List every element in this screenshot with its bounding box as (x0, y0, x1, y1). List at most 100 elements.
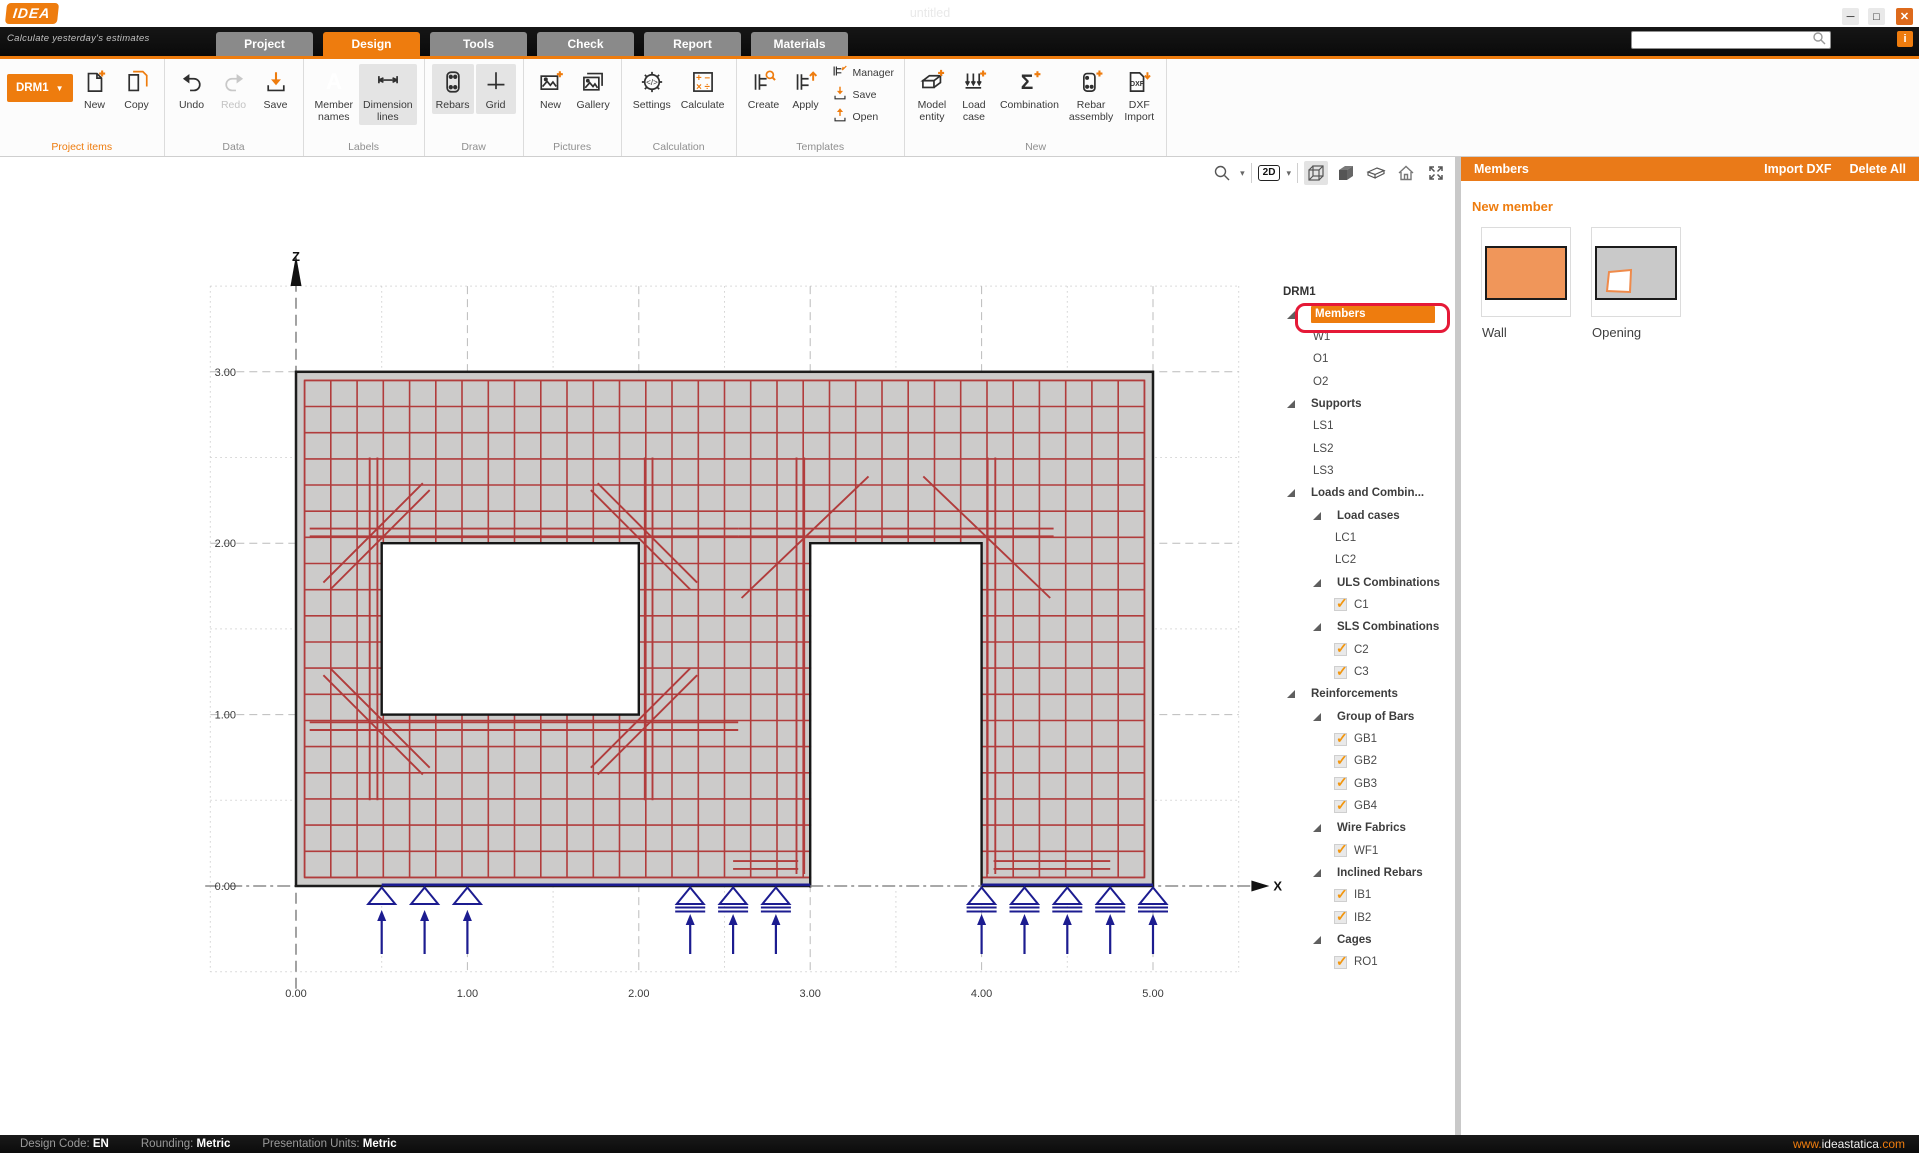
wall-card[interactable] (1481, 227, 1571, 317)
tree-item-loads-and-combin-[interactable]: Loads and Combin... (1283, 482, 1459, 504)
expander-icon[interactable] (1287, 489, 1295, 497)
visibility-checkbox[interactable] (1334, 777, 1347, 790)
ribbon-button-manager[interactable]: Manager (828, 62, 897, 84)
ribbon-button-dxf-import[interactable]: DXFDXF Import (1119, 64, 1159, 125)
view-caret-icon[interactable]: ▾ (1286, 168, 1291, 179)
ribbon-button-save[interactable]: Save (256, 64, 296, 114)
maximize-button[interactable]: □ (1868, 8, 1885, 25)
tree-item-reinforcements[interactable]: Reinforcements (1283, 683, 1459, 705)
tab-report[interactable]: Report (644, 32, 741, 56)
tree-item-ls2[interactable]: LS2 (1283, 437, 1459, 459)
prism-view-icon[interactable] (1364, 161, 1388, 185)
tree-item-cages[interactable]: Cages (1283, 929, 1459, 951)
ribbon-button-undo[interactable]: Undo (172, 64, 212, 114)
tree-item-c1[interactable]: C1 (1283, 594, 1459, 616)
tree-item-o1[interactable]: O1 (1283, 348, 1459, 370)
expander-icon[interactable] (1313, 512, 1321, 520)
tree-item-supports[interactable]: Supports (1283, 393, 1459, 415)
solid-view-icon[interactable] (1334, 161, 1358, 185)
project-item-dropdown[interactable]: DRM1▼ (7, 74, 73, 102)
ribbon-button-combination[interactable]: ΣCombination (996, 64, 1063, 114)
tree-item-gb1[interactable]: GB1 (1283, 728, 1459, 750)
tree-item-w1[interactable]: W1 (1283, 326, 1459, 348)
home-view-icon[interactable] (1394, 161, 1418, 185)
ribbon-button-save[interactable]: Save (828, 84, 897, 106)
ribbon-button-rebar-assembly[interactable]: Rebar assembly (1065, 64, 1117, 125)
expander-icon[interactable] (1313, 824, 1321, 832)
visibility-checkbox[interactable] (1334, 844, 1347, 857)
expander-icon[interactable] (1313, 713, 1321, 721)
tree-item-uls-combinations[interactable]: ULS Combinations (1283, 571, 1459, 593)
ribbon-button-dimension-lines[interactable]: Dimension lines (359, 64, 417, 125)
tab-design[interactable]: Design (323, 32, 420, 56)
tree-item-lc1[interactable]: LC1 (1283, 527, 1459, 549)
tab-materials[interactable]: Materials (751, 32, 848, 56)
expander-icon[interactable] (1313, 936, 1321, 944)
import-dxf-button[interactable]: Import DXF (1764, 162, 1831, 176)
tree-item-wf1[interactable]: WF1 (1283, 840, 1459, 862)
visibility-checkbox[interactable] (1334, 800, 1347, 813)
visibility-checkbox[interactable] (1334, 956, 1347, 969)
visibility-checkbox[interactable] (1334, 643, 1347, 656)
ribbon-button-gallery[interactable]: Gallery (573, 64, 614, 114)
visibility-checkbox[interactable] (1334, 733, 1347, 746)
tree-item-members[interactable]: Members (1283, 303, 1459, 325)
ribbon-button-redo[interactable]: Redo (214, 64, 254, 114)
opening-O1[interactable] (382, 543, 639, 714)
fit-view-icon[interactable] (1424, 161, 1448, 185)
tree-item-drm1[interactable]: DRM1 (1283, 281, 1459, 303)
tree-item-lc2[interactable]: LC2 (1283, 549, 1459, 571)
ribbon-button-create[interactable]: Create (744, 64, 784, 114)
ribbon-button-settings[interactable]: </>Settings (629, 64, 675, 114)
expander-icon[interactable] (1313, 869, 1321, 877)
tree-item-group-of-bars[interactable]: Group of Bars (1283, 706, 1459, 728)
tab-check[interactable]: Check (537, 32, 634, 56)
tree-item-ls1[interactable]: LS1 (1283, 415, 1459, 437)
wireframe-view-icon[interactable] (1304, 161, 1328, 185)
expander-icon[interactable] (1287, 400, 1295, 408)
tree-item-ib1[interactable]: IB1 (1283, 884, 1459, 906)
expander-icon[interactable] (1313, 623, 1321, 631)
delete-all-button[interactable]: Delete All (1849, 162, 1906, 176)
tree-item-gb2[interactable]: GB2 (1283, 750, 1459, 772)
close-button[interactable]: ✕ (1896, 8, 1913, 25)
ribbon-button-apply[interactable]: Apply (786, 64, 826, 114)
minimize-button[interactable]: ─ (1842, 8, 1859, 25)
tree-item-ro1[interactable]: RO1 (1283, 951, 1459, 973)
tree-item-c2[interactable]: C2 (1283, 639, 1459, 661)
visibility-checkbox[interactable] (1334, 598, 1347, 611)
tree-item-load-cases[interactable]: Load cases (1283, 504, 1459, 526)
tab-tools[interactable]: Tools (430, 32, 527, 56)
info-button[interactable]: i (1897, 31, 1913, 47)
tree-item-ls3[interactable]: LS3 (1283, 460, 1459, 482)
tree-item-ib2[interactable]: IB2 (1283, 907, 1459, 929)
expander-icon[interactable] (1313, 579, 1321, 587)
tree-item-sls-combinations[interactable]: SLS Combinations (1283, 616, 1459, 638)
ribbon-button-grid[interactable]: Grid (476, 64, 516, 114)
ribbon-button-rebars[interactable]: Rebars (432, 64, 474, 114)
search-box[interactable] (1631, 31, 1831, 49)
visibility-checkbox[interactable] (1334, 755, 1347, 768)
tab-project[interactable]: Project (216, 32, 313, 56)
supports[interactable] (368, 885, 1168, 954)
visibility-checkbox[interactable] (1334, 889, 1347, 902)
visibility-checkbox[interactable] (1334, 911, 1347, 924)
expander-icon[interactable] (1287, 311, 1295, 319)
tree-item-gb3[interactable]: GB3 (1283, 773, 1459, 795)
tree-item-wire-fabrics[interactable]: Wire Fabrics (1283, 817, 1459, 839)
tree-item-inclined-rebars[interactable]: Inclined Rebars (1283, 862, 1459, 884)
ribbon-button-load-case[interactable]: Load case (954, 64, 994, 125)
website-link[interactable]: www.ideastatica.com (1793, 1137, 1905, 1151)
opening-O2[interactable] (811, 543, 980, 889)
zoom-select-icon[interactable] (1210, 161, 1234, 185)
view-2d-button[interactable]: 2D (1258, 165, 1281, 181)
opening-card[interactable] (1591, 227, 1681, 317)
search-input[interactable] (1632, 33, 1812, 47)
ribbon-button-new[interactable]: New (531, 64, 571, 114)
tree-item-gb4[interactable]: GB4 (1283, 795, 1459, 817)
drawing-canvas[interactable]: ZX0.001.002.003.004.005.000.001.002.003.… (0, 157, 1458, 1135)
zoom-caret-icon[interactable]: ▾ (1240, 168, 1245, 179)
ribbon-button-member-names[interactable]: AMember names (311, 64, 358, 125)
tree-item-c3[interactable]: C3 (1283, 661, 1459, 683)
ribbon-button-open[interactable]: Open (828, 106, 897, 128)
